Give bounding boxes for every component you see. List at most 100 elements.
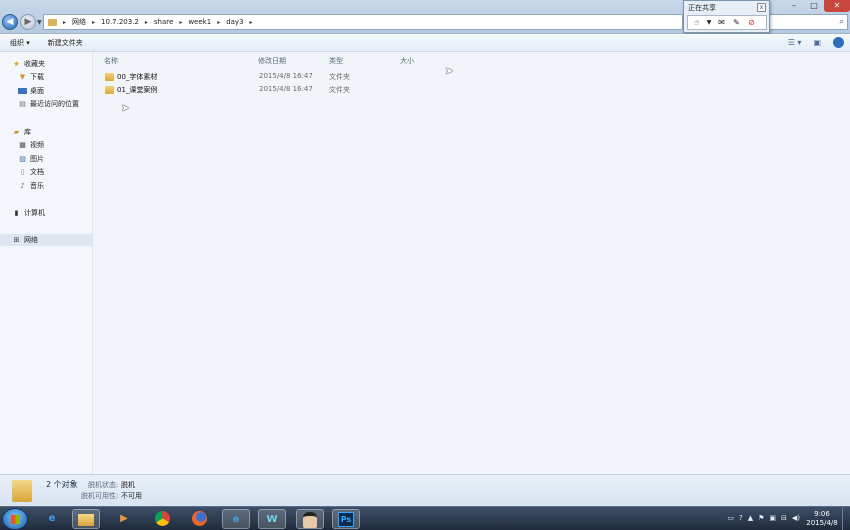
nav-label: 库 — [24, 128, 31, 136]
close-icon[interactable]: x — [757, 3, 766, 12]
chevron-right-icon: ▸ — [217, 18, 221, 26]
help-icon[interactable]: ? — [833, 37, 844, 48]
column-header-type[interactable]: 类型 — [329, 56, 343, 66]
minimize-button[interactable]: – — [784, 0, 804, 12]
list-item[interactable]: 01_课堂案例 2015/4/8 16:47 文件夹 — [102, 84, 432, 96]
chat-icon[interactable]: ✉ — [716, 17, 727, 28]
crumb-network[interactable]: 网络 — [72, 17, 86, 27]
photoshop-label: Ps — [338, 512, 354, 527]
keyboard-icon[interactable]: ▭ — [727, 514, 734, 522]
nav-label: 视频 — [30, 141, 44, 149]
nav-favorites[interactable]: ★ 收藏夹 — [0, 58, 93, 70]
column-header-size[interactable]: 大小 — [400, 56, 414, 66]
show-desktop-button[interactable] — [842, 507, 850, 530]
pointer-tool-icon[interactable]: ☝ — [691, 17, 702, 28]
start-button[interactable] — [2, 508, 28, 530]
network-folder-icon — [48, 18, 57, 26]
folder-icon — [12, 480, 32, 502]
mouse-pointer-icon: ➤ — [445, 66, 454, 77]
file-name: 01_课堂案例 — [117, 86, 158, 94]
file-name: 00_字体素材 — [117, 73, 158, 81]
close-button[interactable]: ✕ — [824, 0, 850, 12]
column-header-name[interactable]: 名称 — [104, 56, 118, 66]
back-button[interactable]: ◀ — [2, 14, 18, 30]
nav-label: 收藏夹 — [24, 60, 45, 68]
command-bar: 组织 ▾ 新建文件夹 ☰ ▾ ▣ ? — [0, 34, 850, 52]
ie-icon[interactable]: e — [38, 509, 66, 529]
file-type: 文件夹 — [329, 86, 350, 94]
list-item[interactable]: 00_字体素材 2015/4/8 16:47 文件夹 — [102, 71, 432, 83]
sharing-popup-title: 正在共享 — [688, 4, 716, 12]
firefox-icon[interactable] — [185, 509, 213, 529]
nav-music[interactable]: ♪ 音乐 — [0, 180, 93, 192]
maximize-button[interactable]: □ — [804, 0, 824, 12]
forward-button[interactable]: ▶ — [20, 14, 36, 30]
nav-pictures[interactable]: ▧ 图片 — [0, 153, 93, 165]
network-icon: ⊞ — [13, 236, 20, 244]
sharing-toolbar: ☝ ▼ ✉ ✎ ⊘ — [687, 15, 767, 30]
nav-label: 计算机 — [24, 209, 45, 217]
folder-icon — [105, 86, 114, 94]
nav-label: 文档 — [30, 168, 44, 176]
crumb-week1[interactable]: week1 — [188, 18, 211, 26]
nav-label: 网络 — [24, 236, 38, 244]
sharing-popup: 正在共享 x ☝ ▼ ✉ ✎ ⊘ — [683, 0, 770, 33]
computer-icon: ▮ — [14, 209, 19, 217]
photoshop-icon[interactable]: Ps — [332, 509, 360, 529]
clock[interactable]: 9:06 2015/4/8 — [804, 510, 840, 528]
nav-network[interactable]: ⊞ 网络 — [0, 234, 93, 246]
ie-window-icon[interactable]: e — [222, 509, 250, 529]
stop-sharing-icon[interactable]: ⊘ — [746, 17, 757, 28]
explorer-icon[interactable] — [72, 509, 100, 529]
new-folder-button[interactable]: 新建文件夹 — [48, 38, 83, 48]
nav-computer[interactable]: ▮ 计算机 — [0, 207, 93, 219]
volume-icon[interactable]: ◀) — [792, 514, 800, 522]
annotate-icon[interactable]: ✎ — [731, 17, 742, 28]
crumb-share[interactable]: share — [154, 18, 173, 26]
help-tray-icon[interactable]: ? — [739, 514, 743, 522]
media-player-icon[interactable]: ▶ — [110, 509, 138, 529]
file-list: 名称 修改日期 类型 大小 00_字体素材 2015/4/8 16:47 文件夹… — [94, 52, 850, 474]
nav-label: 最近访问的位置 — [30, 100, 79, 108]
column-header-date[interactable]: 修改日期 — [258, 56, 286, 66]
chevron-up-icon[interactable]: ▲ — [748, 514, 753, 522]
downloads-icon: ▼ — [19, 73, 26, 81]
nav-downloads[interactable]: ▼ 下载 — [0, 71, 93, 83]
nav-libraries[interactable]: ▰ 库 — [0, 126, 93, 138]
network-tray-icon[interactable]: ⊟ — [781, 514, 787, 522]
search-icon: ⌕ — [839, 17, 844, 26]
flag-icon[interactable]: ⚑ — [758, 514, 764, 522]
chrome-icon[interactable] — [148, 509, 176, 529]
chevron-right-icon: ▸ — [249, 18, 253, 26]
avatar-app-icon[interactable] — [296, 509, 324, 529]
mouse-pointer-icon: ➤ — [121, 103, 130, 114]
crumb-host[interactable]: 10.7.203.2 — [101, 18, 139, 26]
chevron-down-icon[interactable]: ▼ — [706, 17, 712, 28]
desktop-icon — [18, 88, 27, 94]
recent-pages-dropdown[interactable]: ▼ — [37, 19, 42, 26]
file-date: 2015/4/8 16:47 — [259, 72, 313, 80]
offline-status-value: 脱机 — [121, 481, 135, 489]
nav-label: 音乐 — [30, 182, 44, 190]
nav-recent[interactable]: ▤ 最近访问的位置 — [0, 98, 93, 110]
clock-time: 9:06 — [814, 510, 830, 518]
offline-availability-label: 脱机可用性: — [81, 492, 119, 500]
nav-videos[interactable]: ▦ 视频 — [0, 139, 93, 151]
navigation-pane: ★ 收藏夹 ▼ 下载 桌面 ▤ 最近访问的位置 ▰ 库 ▦ 视频 ▧ 图片 ▯ … — [0, 52, 93, 474]
crumb-day3[interactable]: day3 — [226, 18, 243, 26]
details-pane: 2 个对象 脱机状态: 脱机 脱机可用性: 不可用 — [0, 474, 850, 506]
recent-places-icon: ▤ — [19, 100, 26, 108]
organize-menu[interactable]: 组织 ▾ — [10, 38, 30, 48]
nav-documents[interactable]: ▯ 文档 — [0, 166, 93, 178]
nav-label: 桌面 — [30, 87, 44, 95]
nav-desktop[interactable]: 桌面 — [0, 85, 93, 97]
folder-icon — [105, 73, 114, 81]
action-center-icon[interactable]: ▣ — [769, 514, 776, 522]
address-field[interactable]: ▸ 网络 ▸ 10.7.203.2 ▸ share ▸ week1 ▸ day3… — [43, 14, 683, 30]
preview-pane-icon[interactable]: ▣ — [813, 38, 821, 47]
chevron-right-icon: ▸ — [144, 18, 148, 26]
library-icon: ▰ — [13, 128, 20, 136]
system-tray: ▭ ? ▲ ⚑ ▣ ⊟ ◀) — [727, 514, 800, 522]
app-w-icon[interactable]: W — [258, 509, 286, 529]
view-options-icon[interactable]: ☰ ▾ — [788, 38, 802, 47]
